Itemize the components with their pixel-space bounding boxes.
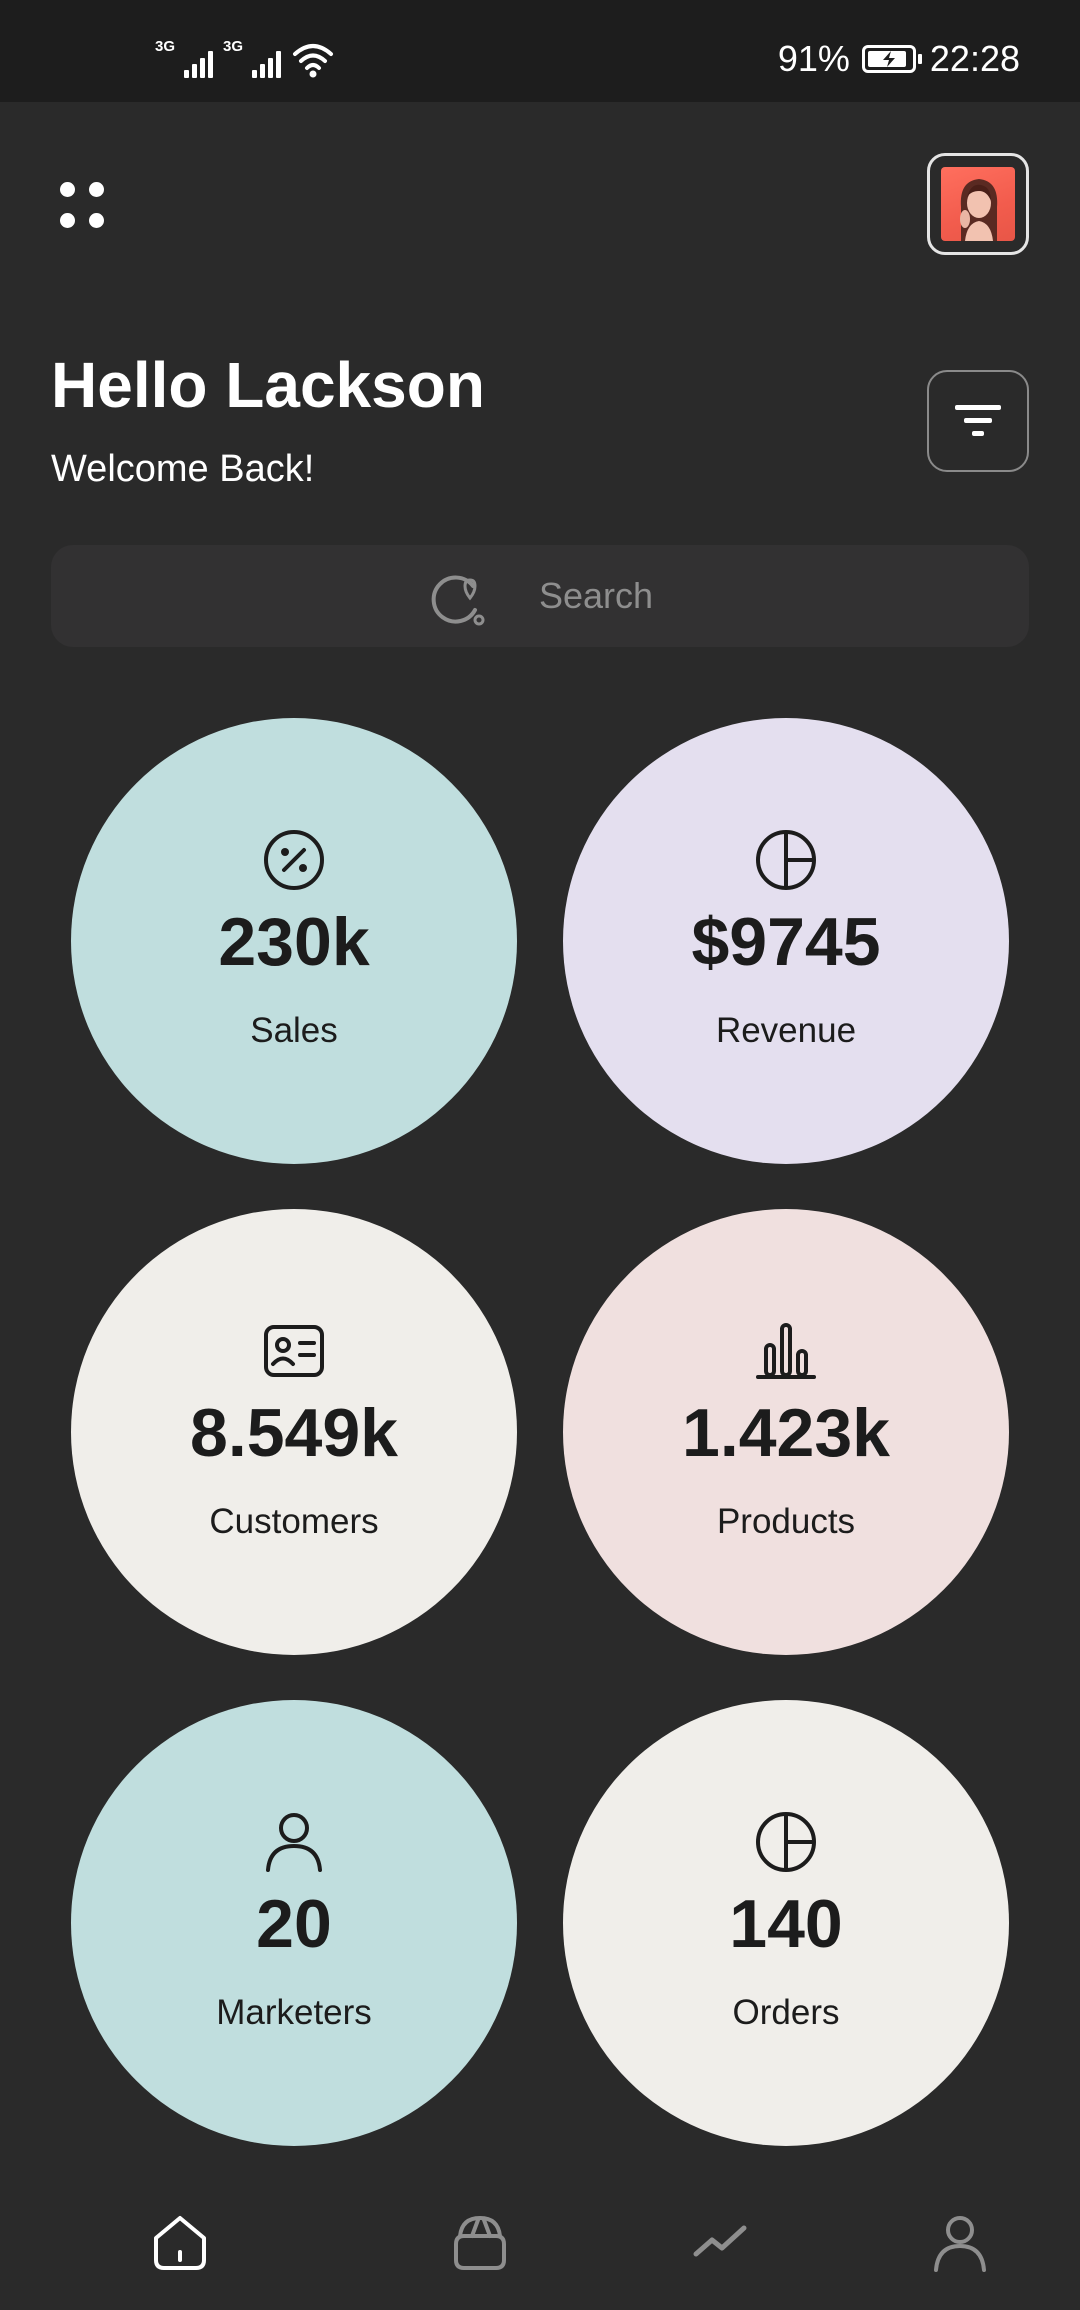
network-type-label: 3G: [155, 38, 176, 55]
battery-icon: [861, 45, 922, 73]
status-right: 91% 22:28: [778, 38, 1020, 80]
stat-label: Revenue: [715, 1011, 857, 1050]
network-type-label: 3G: [223, 38, 244, 55]
bottom-nav: [0, 2170, 1080, 2310]
user-icon[interactable]: [928, 2210, 992, 2274]
cell-signal-icon: 3G: [155, 38, 213, 80]
id-card-icon: [264, 1325, 324, 1377]
welcome-subtitle: Welcome Back!: [51, 448, 315, 490]
status-bar: 3G 3G 91% 22:28: [0, 0, 1080, 102]
stat-value: 1.423k: [682, 1395, 890, 1471]
cell-signal-icon: 3G: [223, 38, 281, 80]
bag-icon[interactable]: [448, 2210, 512, 2274]
grid-dots-icon[interactable]: [58, 180, 106, 230]
stat-value: $9745: [691, 904, 881, 980]
user-icon: [266, 1813, 322, 1872]
stat-card-products[interactable]: 1.423k Products: [563, 1209, 1009, 1655]
filter-icon: [955, 405, 1001, 436]
stat-label: Orders: [732, 1993, 840, 2032]
pie-chart-icon: [756, 1812, 816, 1872]
stat-card-orders[interactable]: 140 Orders: [563, 1700, 1009, 2146]
network-indicators: 3G 3G: [155, 38, 335, 80]
avatar[interactable]: [927, 153, 1029, 255]
wifi-icon: [293, 44, 333, 78]
stat-label: Marketers: [216, 1993, 372, 2032]
stat-value: 8.549k: [190, 1395, 398, 1471]
stat-value: 230k: [218, 904, 370, 980]
percent-icon: [264, 830, 324, 890]
trend-icon[interactable]: [688, 2210, 752, 2274]
clock: 22:28: [929, 38, 1020, 79]
stat-value: 140: [729, 1886, 843, 1962]
stat-card-marketers[interactable]: 20 Marketers: [71, 1700, 517, 2146]
search-placeholder: Search: [539, 575, 654, 616]
battery-percent: 91%: [777, 38, 850, 79]
avatar-image: [941, 167, 1015, 241]
search-input[interactable]: Search: [51, 545, 1029, 647]
bar-chart-icon: [756, 1323, 816, 1379]
search-icon: [431, 575, 485, 626]
stat-card-sales[interactable]: 230k Sales: [71, 718, 517, 1164]
stat-label: Sales: [250, 1011, 338, 1050]
stat-card-customers[interactable]: 8.549k Customers: [71, 1209, 517, 1655]
stat-label: Customers: [209, 1502, 379, 1541]
stat-value: 20: [256, 1886, 332, 1962]
pie-chart-icon: [756, 830, 816, 890]
page-title: Hello Lackson: [51, 349, 485, 421]
stat-card-revenue[interactable]: $9745 Revenue: [563, 718, 1009, 1164]
home-icon[interactable]: [148, 2210, 212, 2274]
filter-button[interactable]: [927, 370, 1029, 472]
stat-label: Products: [716, 1502, 856, 1541]
